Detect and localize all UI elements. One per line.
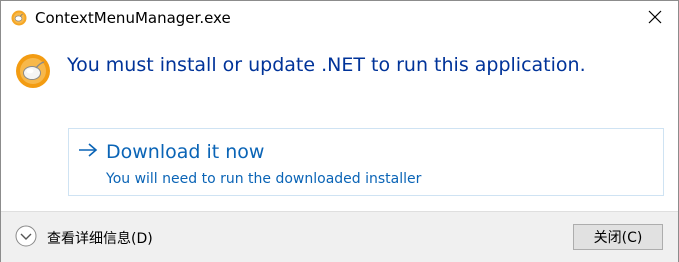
arrow-right-icon [77,141,99,159]
app-mouse-icon [15,53,51,89]
show-details-toggle[interactable]: 查看详细信息(D) [47,228,153,248]
download-link-subtitle: You will need to run the downloaded inst… [106,171,422,187]
chevron-down-circle-icon[interactable] [15,225,37,247]
close-icon [648,9,662,28]
dotnet-required-dialog: ContextMenuManager.exe You must install … [0,0,679,262]
window-close-button[interactable] [632,1,678,35]
error-headline: You must install or update .NET to run t… [67,54,586,76]
app-icon [11,10,27,26]
title-bar: ContextMenuManager.exe [1,1,678,35]
download-link-title: Download it now [106,141,265,163]
close-button[interactable]: 关闭(C) [573,224,663,250]
window-title: ContextMenuManager.exe [35,9,231,27]
download-command-link[interactable]: Download it now You will need to run the… [68,128,664,196]
dialog-footer: 查看详细信息(D) 关闭(C) [1,211,678,262]
